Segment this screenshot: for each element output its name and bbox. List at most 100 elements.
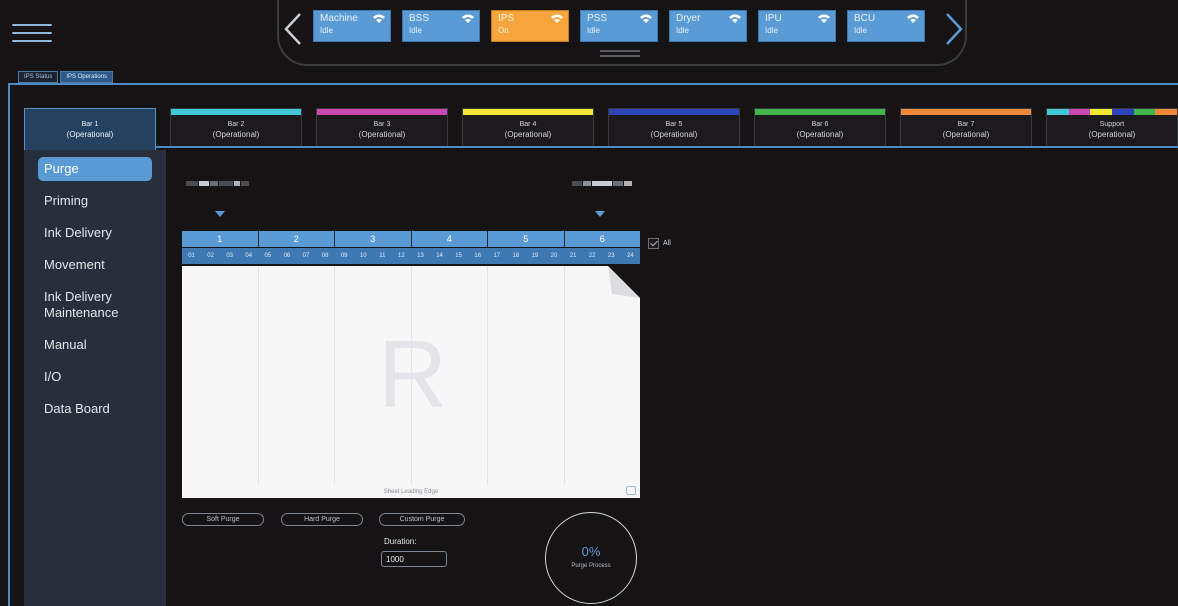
hard-purge-button[interactable]: Hard Purge xyxy=(281,513,363,526)
duration-label: Duration: xyxy=(384,537,417,546)
legend-right xyxy=(572,181,640,191)
nozzle-20[interactable]: 20 xyxy=(544,248,563,264)
status-tile-bss[interactable]: BSS Idle xyxy=(402,10,480,42)
nozzle-22[interactable]: 22 xyxy=(583,248,602,264)
status-tile-machine[interactable]: Machine Idle xyxy=(313,10,391,42)
nozzle-21[interactable]: 21 xyxy=(564,248,583,264)
bar-tab-state: (Operational) xyxy=(1088,130,1136,139)
nozzle-23[interactable]: 23 xyxy=(602,248,621,264)
nozzle-05[interactable]: 05 xyxy=(258,248,277,264)
wifi-icon xyxy=(640,14,652,23)
nozzle-06[interactable]: 06 xyxy=(277,248,296,264)
status-tile-state: Idle xyxy=(854,26,867,35)
nozzle-12[interactable]: 12 xyxy=(392,248,411,264)
tab-bar-1[interactable]: Bar 1 (Operational) xyxy=(24,108,156,150)
status-tile-state: Idle xyxy=(320,26,333,35)
sidebar-item-movement[interactable]: Movement xyxy=(38,253,152,277)
chevron-left-icon[interactable] xyxy=(282,12,304,46)
legend-left xyxy=(186,181,256,191)
checkmark-icon[interactable] xyxy=(648,238,659,249)
sheet-divider xyxy=(487,266,488,484)
nozzle-14[interactable]: 14 xyxy=(430,248,449,264)
status-tile-pss[interactable]: PSS Idle xyxy=(580,10,658,42)
sheet-divider xyxy=(564,266,565,484)
all-checkbox[interactable]: All xyxy=(648,238,671,249)
nozzle-11[interactable]: 11 xyxy=(373,248,392,264)
page-fold-icon xyxy=(608,266,640,298)
tab-bar-7[interactable]: Bar 7 (Operational) xyxy=(900,108,1032,148)
nozzle-19[interactable]: 19 xyxy=(525,248,544,264)
bar-color-stripe xyxy=(609,109,739,115)
nozzle-09[interactable]: 09 xyxy=(335,248,354,264)
progress-label: Purge Process xyxy=(571,563,611,569)
sheet-divider xyxy=(258,266,259,484)
sheet-settings-icon[interactable] xyxy=(626,486,636,495)
sheet-letter: R xyxy=(378,321,448,428)
sidebar-item-io[interactable]: I/O xyxy=(38,365,152,389)
nozzle-row: 01 02 03 04 05 06 07 08 09 10 11 12 13 14 15 16 17 18 19 20… xyxy=(182,248,640,264)
nozzle-16[interactable]: 16 xyxy=(468,248,487,264)
sidebar: Purge Priming Ink Delivery Movement Ink … xyxy=(24,150,166,606)
status-tile-state: Idle xyxy=(409,26,422,35)
bar-tab-name: Bar 4 xyxy=(519,121,537,128)
chevron-right-icon[interactable] xyxy=(943,12,965,46)
head-group-5[interactable]: 5 xyxy=(488,231,565,247)
nozzle-17[interactable]: 17 xyxy=(487,248,506,264)
hamburger-icon[interactable] xyxy=(12,24,52,44)
status-tile-ips[interactable]: IPS On xyxy=(491,10,569,42)
bar-tab-state: (Operational) xyxy=(66,130,114,139)
head-group-1[interactable]: 1 xyxy=(182,231,259,247)
page-tabs: IPS Status IPS Operations xyxy=(18,71,114,83)
status-tile-state: Idle xyxy=(765,26,778,35)
support-color-stripe xyxy=(1047,109,1178,115)
nozzle-07[interactable]: 07 xyxy=(296,248,315,264)
head-group-3[interactable]: 3 xyxy=(335,231,412,247)
wifi-icon xyxy=(818,14,830,23)
nozzle-03[interactable]: 03 xyxy=(220,248,239,264)
sidebar-item-purge[interactable]: Purge xyxy=(38,157,152,181)
print-head-groups: 123456 xyxy=(182,231,640,247)
tab-bar-2[interactable]: Bar 2 (Operational) xyxy=(170,108,302,148)
nozzle-10[interactable]: 10 xyxy=(354,248,373,264)
sidebar-item-data-board[interactable]: Data Board xyxy=(38,397,152,421)
bar-tab-name: Bar 1 xyxy=(81,121,99,128)
sidebar-item-ink-delivery[interactable]: Ink Delivery xyxy=(38,221,152,245)
tab-bar-6[interactable]: Bar 6 (Operational) xyxy=(754,108,886,148)
nozzle-15[interactable]: 15 xyxy=(449,248,468,264)
sidebar-item-priming[interactable]: Priming xyxy=(38,189,152,213)
tab-support[interactable]: Support (Operational) xyxy=(1046,108,1178,148)
nozzle-02[interactable]: 02 xyxy=(201,248,220,264)
wifi-icon xyxy=(729,14,741,23)
tab-ips-operations[interactable]: IPS Operations xyxy=(60,71,114,83)
nozzle-18[interactable]: 18 xyxy=(506,248,525,264)
soft-purge-button[interactable]: Soft Purge xyxy=(182,513,264,526)
status-tile-ipu[interactable]: IPU Idle xyxy=(758,10,836,42)
nozzle-01[interactable]: 01 xyxy=(182,248,201,264)
status-tile-state: Idle xyxy=(587,26,600,35)
sheet-caption: Sheet Leading Edge xyxy=(383,489,439,495)
head-group-6[interactable]: 6 xyxy=(564,231,640,247)
status-tile-dryer[interactable]: Dryer Idle xyxy=(669,10,747,42)
tab-bar-3[interactable]: Bar 3 (Operational) xyxy=(316,108,448,148)
drag-handle[interactable] xyxy=(600,50,640,58)
bar-color-stripe xyxy=(463,109,593,115)
nozzle-24[interactable]: 24 xyxy=(621,248,640,264)
bar-tab-state: (Operational) xyxy=(796,130,844,139)
tab-bar-4[interactable]: Bar 4 (Operational) xyxy=(462,108,594,148)
sidebar-item-manual[interactable]: Manual xyxy=(38,333,152,357)
left-edge-marker xyxy=(215,211,225,217)
head-group-4[interactable]: 4 xyxy=(411,231,488,247)
status-tile-bcu[interactable]: BCU Idle xyxy=(847,10,925,42)
sidebar-item-ink-delivery-maintenance[interactable]: Ink Delivery Maintenance xyxy=(38,285,152,325)
tab-ips-status[interactable]: IPS Status xyxy=(18,71,59,83)
tab-bar-5[interactable]: Bar 5 (Operational) xyxy=(608,108,740,148)
right-edge-marker xyxy=(595,211,605,217)
nozzle-13[interactable]: 13 xyxy=(411,248,430,264)
head-group-2[interactable]: 2 xyxy=(258,231,335,247)
nozzle-08[interactable]: 08 xyxy=(316,248,335,264)
bar-tab-name: Support xyxy=(1099,121,1125,128)
sheet-preview: R Sheet Leading Edge xyxy=(182,266,640,498)
custom-purge-button[interactable]: Custom Purge xyxy=(379,513,465,526)
duration-input[interactable] xyxy=(381,551,447,567)
nozzle-04[interactable]: 04 xyxy=(239,248,258,264)
